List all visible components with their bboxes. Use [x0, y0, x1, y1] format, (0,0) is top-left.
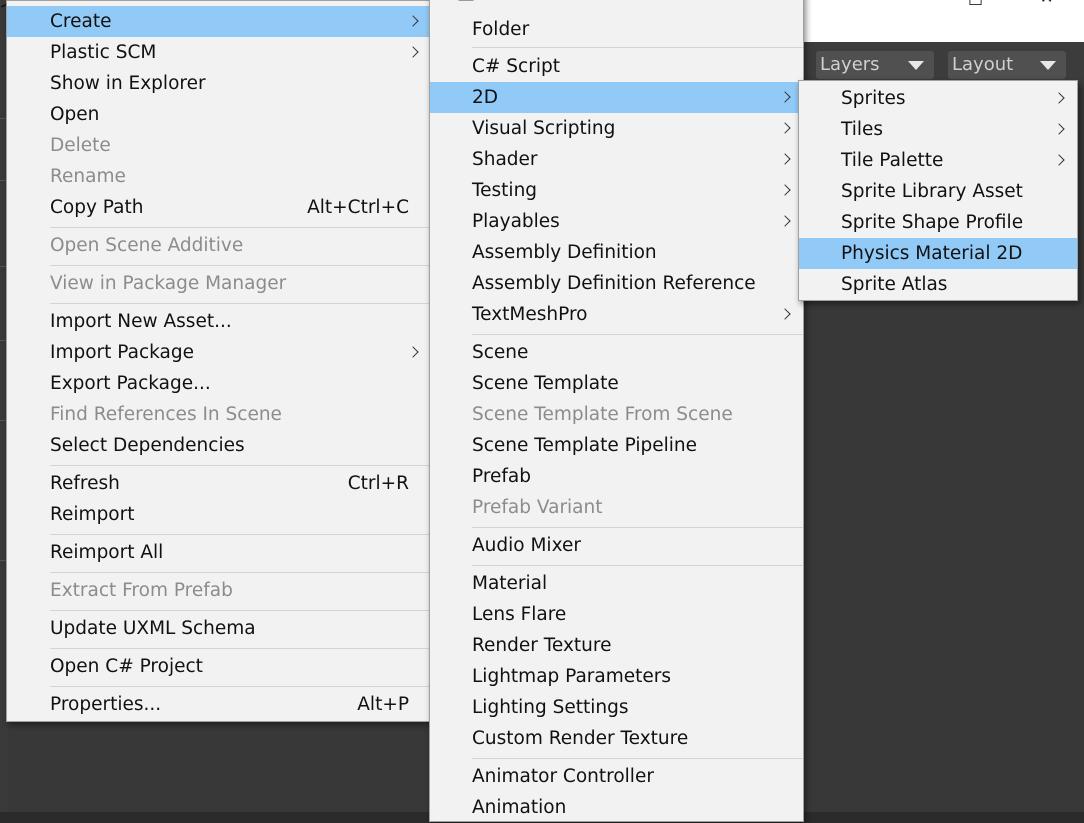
menu-item-visual-scripting[interactable]: Visual Scripting	[430, 113, 803, 144]
close-icon[interactable]: ✕	[1040, 0, 1053, 6]
menu-item-custom-render-texture[interactable]: Custom Render Texture	[430, 723, 803, 754]
menu-item-open-scene-additive[interactable]: Open Scene Additive	[7, 230, 429, 261]
layout-label: Layout	[952, 54, 1014, 75]
menu-item-sprite-atlas[interactable]: Sprite Atlas	[799, 269, 1077, 300]
menu-item-render-texture[interactable]: Render Texture	[430, 630, 803, 661]
create-submenu: Folder C# Script 2D Visual Scripting Sha…	[429, 0, 804, 822]
menu-item-prefab-variant[interactable]: Prefab Variant	[430, 492, 803, 523]
layers-dropdown[interactable]: Layers	[816, 51, 934, 79]
chevron-right-icon	[779, 122, 791, 134]
menu-item-tile-palette[interactable]: Tile Palette	[799, 145, 1077, 176]
window-titlebar: □ ✕	[804, 0, 1084, 42]
menu-separator	[50, 303, 429, 304]
chevron-right-icon	[779, 91, 791, 103]
menu-item-update-uxml-schema[interactable]: Update UXML Schema	[7, 613, 429, 644]
menu-item-textmeshpro[interactable]: TextMeshPro	[430, 299, 803, 330]
chevron-right-icon	[407, 346, 419, 358]
menu-item-testing[interactable]: Testing	[430, 175, 803, 206]
menu-item-scene-template[interactable]: Scene Template	[430, 368, 803, 399]
menu-separator	[472, 527, 803, 528]
menu-item-assembly-definition-reference[interactable]: Assembly Definition Reference	[430, 268, 803, 299]
chevron-right-icon	[407, 15, 419, 27]
menu-separator	[50, 648, 429, 649]
menu-item-lighting-settings[interactable]: Lighting Settings	[430, 692, 803, 723]
menu-item-lightmap-parameters[interactable]: Lightmap Parameters	[430, 661, 803, 692]
menu-separator	[472, 47, 803, 48]
menu-item-tiles[interactable]: Tiles	[799, 114, 1077, 145]
scroll-up-icon[interactable]	[458, 0, 474, 1]
menu-separator	[50, 534, 429, 535]
menu-item-plastic-scm[interactable]: Plastic SCM	[7, 37, 429, 68]
menu-separator	[50, 686, 429, 687]
menu-item-rename[interactable]: Rename	[7, 161, 429, 192]
menu-item-material[interactable]: Material	[430, 568, 803, 599]
menu-item-sprite-library-asset[interactable]: Sprite Library Asset	[799, 176, 1077, 207]
menu-item-open[interactable]: Open	[7, 99, 429, 130]
menu-item-copy-path[interactable]: Copy Path Alt+Ctrl+C	[7, 192, 429, 223]
menu-item-extract-from-prefab[interactable]: Extract From Prefab	[7, 575, 429, 606]
menu-separator	[50, 572, 429, 573]
chevron-right-icon	[779, 215, 791, 227]
assets-context-menu: Create Plastic SCM Show in Explorer Open…	[6, 0, 430, 722]
menu-item-prefab[interactable]: Prefab	[430, 461, 803, 492]
menu-separator	[50, 265, 429, 266]
menu-item-import-package[interactable]: Import Package	[7, 337, 429, 368]
menu-item-assembly-definition[interactable]: Assembly Definition	[430, 237, 803, 268]
menu-item-open-csharp-project[interactable]: Open C# Project	[7, 651, 429, 682]
menu-item-reimport[interactable]: Reimport	[7, 499, 429, 530]
shortcut-label: Alt+P	[357, 694, 409, 715]
menu-separator	[472, 334, 803, 335]
2d-submenu: Sprites Tiles Tile Palette Sprite Librar…	[798, 80, 1078, 301]
menu-item-find-references-in-scene[interactable]: Find References In Scene	[7, 399, 429, 430]
menu-separator	[50, 610, 429, 611]
menu-item-delete[interactable]: Delete	[7, 130, 429, 161]
menu-separator	[472, 565, 803, 566]
menu-item-sprites[interactable]: Sprites	[799, 83, 1077, 114]
menu-item-scene[interactable]: Scene	[430, 337, 803, 368]
menu-item-shader[interactable]: Shader	[430, 144, 803, 175]
menu-separator	[50, 465, 429, 466]
chevron-right-icon	[779, 308, 791, 320]
menu-item-folder[interactable]: Folder	[430, 14, 803, 45]
menu-item-playables[interactable]: Playables	[430, 206, 803, 237]
caret-down-icon	[1040, 61, 1056, 70]
menu-separator	[50, 227, 429, 228]
chevron-right-icon	[779, 153, 791, 165]
menu-item-audio-mixer[interactable]: Audio Mixer	[430, 530, 803, 561]
chevron-right-icon	[779, 184, 791, 196]
menu-item-reimport-all[interactable]: Reimport All	[7, 537, 429, 568]
layout-dropdown[interactable]: Layout	[948, 51, 1066, 79]
chevron-right-icon	[1053, 154, 1065, 166]
caret-down-icon	[908, 61, 924, 70]
menu-item-scene-template-pipeline[interactable]: Scene Template Pipeline	[430, 430, 803, 461]
menu-item-animation[interactable]: Animation	[430, 792, 803, 823]
menu-item-export-package[interactable]: Export Package...	[7, 368, 429, 399]
menu-separator	[472, 758, 803, 759]
menu-item-sprite-shape-profile[interactable]: Sprite Shape Profile	[799, 207, 1077, 238]
menu-item-csharp-script[interactable]: C# Script	[430, 51, 803, 82]
layers-label: Layers	[820, 54, 880, 75]
chevron-right-icon	[1053, 123, 1065, 135]
menu-item-refresh[interactable]: Refresh Ctrl+R	[7, 468, 429, 499]
menu-item-lens-flare[interactable]: Lens Flare	[430, 599, 803, 630]
menu-item-scene-template-from-scene[interactable]: Scene Template From Scene	[430, 399, 803, 430]
menu-item-create[interactable]: Create	[7, 6, 429, 37]
menu-item-animator-controller[interactable]: Animator Controller	[430, 761, 803, 792]
menu-item-select-dependencies[interactable]: Select Dependencies	[7, 430, 429, 461]
menu-item-2d[interactable]: 2D	[430, 82, 803, 113]
menu-item-show-in-explorer[interactable]: Show in Explorer	[7, 68, 429, 99]
chevron-right-icon	[1053, 92, 1065, 104]
menu-item-view-in-package-manager[interactable]: View in Package Manager	[7, 268, 429, 299]
menu-item-import-new-asset[interactable]: Import New Asset...	[7, 306, 429, 337]
shortcut-label: Ctrl+R	[347, 473, 409, 494]
menu-item-properties[interactable]: Properties... Alt+P	[7, 689, 429, 720]
shortcut-label: Alt+Ctrl+C	[307, 197, 409, 218]
menu-item-physics-material-2d[interactable]: Physics Material 2D	[799, 238, 1077, 269]
chevron-right-icon	[407, 46, 419, 58]
maximize-icon[interactable]: □	[968, 0, 983, 6]
